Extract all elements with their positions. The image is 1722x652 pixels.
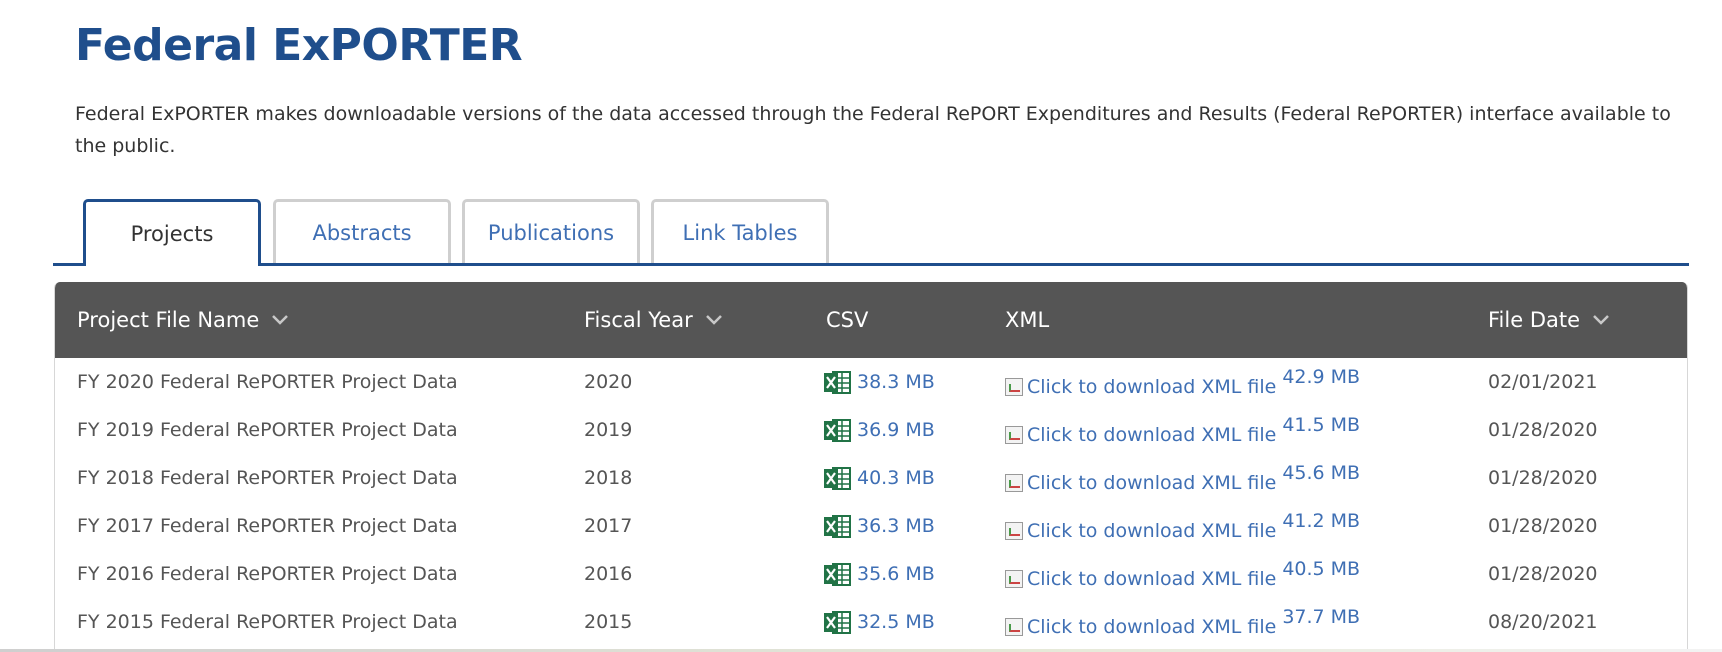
xml-download-link[interactable]: Click to download XML file 41.2 MB: [1005, 502, 1360, 550]
xml-file-size[interactable]: 45.6 MB: [1282, 462, 1360, 484]
broken-image-icon: [1005, 570, 1023, 588]
file-name: FY 2016 Federal RePORTER Project Data: [77, 563, 458, 585]
chevron-down-icon: [1593, 315, 1609, 325]
xml-download-image[interactable]: Click to download XML file: [1005, 520, 1276, 542]
xml-download-image[interactable]: Click to download XML file: [1005, 472, 1276, 494]
csv-file-size[interactable]: 36.3 MB: [857, 515, 935, 537]
fiscal-year: 2017: [584, 515, 633, 537]
chevron-down-icon: [705, 315, 722, 325]
xml-alt-text: Click to download XML file: [1027, 376, 1277, 398]
file-name: FY 2019 Federal RePORTER Project Data: [77, 419, 458, 441]
header-csv: CSV: [826, 308, 869, 332]
header-label-date: File Date: [1488, 308, 1581, 332]
xml-file-size[interactable]: 41.5 MB: [1282, 414, 1360, 436]
table-row: FY 2017 Federal RePORTER Project Data 20…: [55, 502, 1687, 550]
file-date: 08/20/2021: [1488, 611, 1598, 633]
file-date: 01/28/2020: [1488, 515, 1598, 537]
header-label-name: Project File Name: [77, 308, 260, 332]
broken-image-icon: [1005, 426, 1023, 444]
table-row: FY 2020 Federal RePORTER Project Data 20…: [55, 358, 1687, 406]
csv-download-link[interactable]: 36.9 MB: [824, 406, 935, 454]
xml-download-image[interactable]: Click to download XML file: [1005, 376, 1276, 398]
page-title: Federal ExPORTER: [75, 20, 523, 71]
file-name: FY 2020 Federal RePORTER Project Data: [77, 371, 458, 393]
table-header: Project File Name Fiscal Year CSV XML Fi…: [55, 282, 1687, 358]
project-files-table: Project File Name Fiscal Year CSV XML Fi…: [54, 282, 1688, 652]
file-date: 01/28/2020: [1488, 467, 1598, 489]
xml-download-link[interactable]: Click to download XML file 37.7 MB: [1005, 598, 1360, 646]
xml-download-image[interactable]: Click to download XML file: [1005, 616, 1276, 638]
fiscal-year: 2019: [584, 419, 633, 441]
file-name: FY 2017 Federal RePORTER Project Data: [77, 515, 458, 537]
csv-download-link[interactable]: 35.6 MB: [824, 550, 935, 598]
tab-abstracts[interactable]: Abstracts: [273, 199, 451, 263]
excel-icon: [824, 514, 851, 538]
fiscal-year: 2020: [584, 371, 633, 393]
table-row: FY 2018 Federal RePORTER Project Data 20…: [55, 454, 1687, 502]
page-intro: Federal ExPORTER makes downloadable vers…: [75, 103, 1671, 157]
xml-download-link[interactable]: Click to download XML file 41.5 MB: [1005, 406, 1360, 454]
header-label-year: Fiscal Year: [584, 308, 693, 332]
excel-icon: [824, 610, 851, 634]
file-name: FY 2015 Federal RePORTER Project Data: [77, 611, 458, 633]
file-date: 01/28/2020: [1488, 419, 1598, 441]
csv-file-size[interactable]: 40.3 MB: [857, 467, 935, 489]
tab-projects[interactable]: Projects: [83, 199, 261, 266]
tab-link-tables[interactable]: Link Tables: [651, 199, 829, 263]
xml-alt-text: Click to download XML file: [1027, 616, 1277, 638]
table-row: FY 2016 Federal RePORTER Project Data 20…: [55, 550, 1687, 598]
broken-image-icon: [1005, 618, 1023, 636]
xml-alt-text: Click to download XML file: [1027, 472, 1277, 494]
csv-download-link[interactable]: 32.5 MB: [824, 598, 935, 646]
csv-file-size[interactable]: 36.9 MB: [857, 419, 935, 441]
xml-alt-text: Click to download XML file: [1027, 520, 1277, 542]
xml-download-link[interactable]: Click to download XML file 45.6 MB: [1005, 454, 1360, 502]
file-date: 02/01/2021: [1488, 371, 1598, 393]
sort-by-date-header[interactable]: File Date: [1488, 282, 1610, 358]
table-row: FY 2015 Federal RePORTER Project Data 20…: [55, 598, 1687, 646]
xml-file-size[interactable]: 41.2 MB: [1282, 510, 1360, 532]
fiscal-year: 2016: [584, 563, 633, 585]
xml-download-image[interactable]: Click to download XML file: [1005, 424, 1276, 446]
tab-bar: Projects Abstracts Publications Link Tab…: [53, 199, 1689, 266]
chevron-down-icon: [272, 315, 289, 325]
broken-image-icon: [1005, 378, 1023, 396]
header-xml: XML: [1005, 308, 1050, 332]
csv-download-link[interactable]: 40.3 MB: [824, 454, 935, 502]
broken-image-icon: [1005, 522, 1023, 540]
xml-file-size[interactable]: 37.7 MB: [1282, 606, 1360, 628]
excel-icon: [824, 418, 851, 442]
excel-icon: [824, 466, 851, 490]
excel-icon: [824, 562, 851, 586]
sort-by-name-header[interactable]: Project File Name: [77, 282, 289, 358]
table-body: FY 2020 Federal RePORTER Project Data 20…: [55, 358, 1687, 646]
csv-file-size[interactable]: 32.5 MB: [857, 611, 935, 633]
xml-file-size[interactable]: 40.5 MB: [1282, 558, 1360, 580]
fiscal-year: 2015: [584, 611, 633, 633]
file-name: FY 2018 Federal RePORTER Project Data: [77, 467, 458, 489]
fiscal-year: 2018: [584, 467, 633, 489]
csv-file-size[interactable]: 35.6 MB: [857, 563, 935, 585]
csv-download-link[interactable]: 38.3 MB: [824, 358, 935, 406]
excel-icon: [824, 370, 851, 394]
xml-file-size[interactable]: 42.9 MB: [1282, 366, 1360, 388]
tab-publications[interactable]: Publications: [462, 199, 640, 263]
csv-file-size[interactable]: 38.3 MB: [857, 371, 935, 393]
csv-download-link[interactable]: 36.3 MB: [824, 502, 935, 550]
xml-download-image[interactable]: Click to download XML file: [1005, 568, 1276, 590]
xml-download-link[interactable]: Click to download XML file 42.9 MB: [1005, 358, 1360, 406]
file-date: 01/28/2020: [1488, 563, 1598, 585]
broken-image-icon: [1005, 474, 1023, 492]
xml-download-link[interactable]: Click to download XML file 40.5 MB: [1005, 550, 1360, 598]
xml-alt-text: Click to download XML file: [1027, 424, 1277, 446]
xml-alt-text: Click to download XML file: [1027, 568, 1277, 590]
table-row: FY 2019 Federal RePORTER Project Data 20…: [55, 406, 1687, 454]
sort-by-year-header[interactable]: Fiscal Year: [584, 282, 723, 358]
